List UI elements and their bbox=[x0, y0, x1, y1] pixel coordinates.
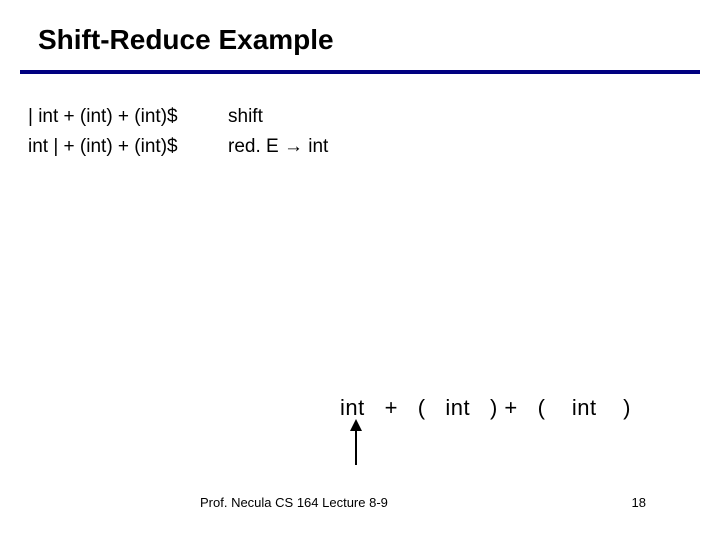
slide-title: Shift-Reduce Example bbox=[38, 24, 334, 56]
step-stack: | int + (int) + (int)$ bbox=[28, 102, 228, 132]
token-text: int + ( int ) + ( int ) bbox=[340, 395, 720, 421]
step-row: int | + (int) + (int)$ red. E → int bbox=[28, 132, 328, 162]
footer-page-number: 18 bbox=[632, 495, 646, 510]
cursor-arrow-icon bbox=[316, 419, 366, 467]
token-stream: int + ( int ) + ( int ) bbox=[340, 395, 720, 475]
parse-steps: | int + (int) + (int)$ shift int | + (in… bbox=[28, 102, 328, 162]
step-row: | int + (int) + (int)$ shift bbox=[28, 102, 328, 132]
slide: Shift-Reduce Example | int + (int) + (in… bbox=[0, 0, 720, 540]
step-action: shift bbox=[228, 102, 263, 132]
footer-lecture: Prof. Necula CS 164 Lecture 8-9 bbox=[200, 495, 388, 510]
step-stack: int | + (int) + (int)$ bbox=[28, 132, 228, 162]
step-action: red. E → int bbox=[228, 132, 328, 162]
title-underline bbox=[20, 70, 700, 74]
